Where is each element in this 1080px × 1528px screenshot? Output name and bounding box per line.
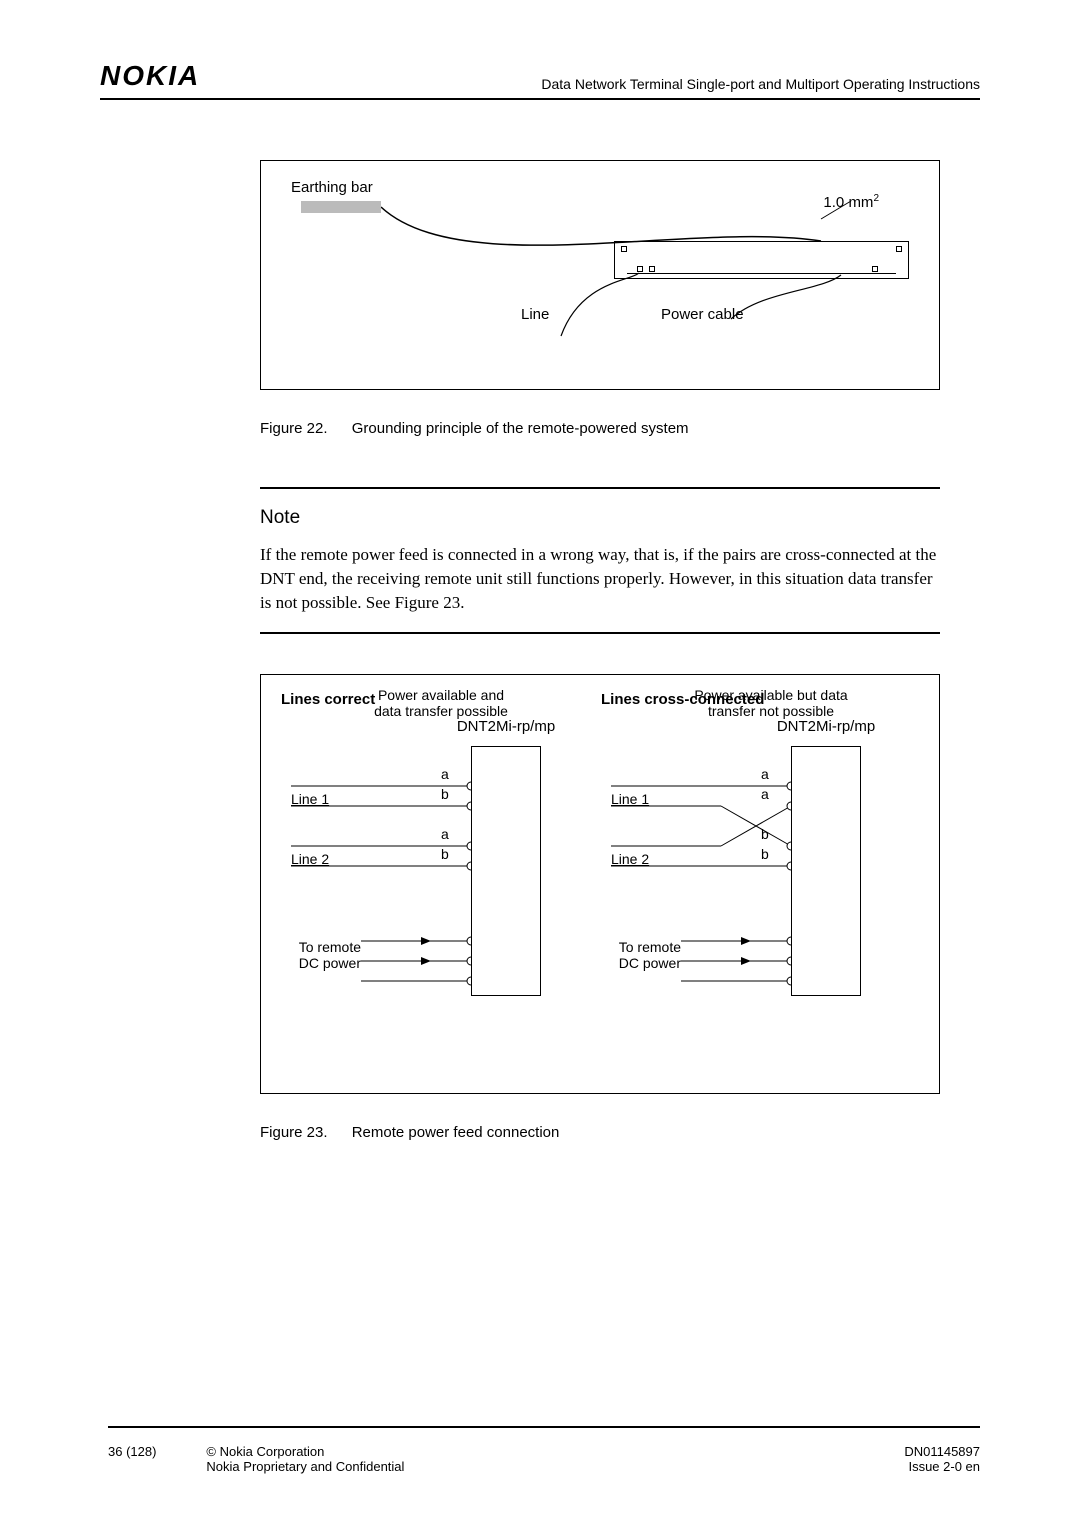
document-title: Data Network Terminal Single-port and Mu… bbox=[541, 76, 980, 92]
figure-22-number: Figure 22. bbox=[260, 420, 328, 437]
figure-23-title: Remote power feed connection bbox=[352, 1124, 560, 1141]
line-block-left bbox=[471, 746, 541, 996]
pin-a: a bbox=[441, 766, 449, 782]
issue: Issue 2-0 en bbox=[904, 1459, 980, 1474]
footer-rule bbox=[108, 1426, 980, 1428]
power-cable-label: Power cable bbox=[661, 306, 744, 323]
pin-b: b bbox=[761, 826, 769, 842]
figure-22-caption: Figure 22. Grounding principle of the re… bbox=[260, 420, 940, 437]
page-number: 36 (128) bbox=[108, 1444, 156, 1474]
figure-23-caption: Figure 23. Remote power feed connection bbox=[260, 1124, 940, 1141]
note-heading: Note bbox=[260, 507, 940, 529]
line-label: Line bbox=[521, 306, 549, 323]
outcome-left: Power available and data transfer possib… bbox=[311, 687, 571, 719]
figure-22-diagram: Earthing bar 1.0 mm2 Line Power cable bbox=[260, 160, 940, 390]
wire-spec-label: 1.0 mm2 bbox=[823, 193, 879, 211]
page-footer: 36 (128) © Nokia Corporation Nokia Propr… bbox=[108, 1444, 980, 1474]
copyright: © Nokia Corporation bbox=[206, 1444, 404, 1459]
figure-23-diagram: Lines correct DNT2Mi-rp/mp bbox=[260, 674, 940, 1094]
line2-label-right: Line 2 bbox=[611, 851, 649, 867]
earthing-bar-label: Earthing bar bbox=[291, 179, 373, 196]
wires-left bbox=[281, 691, 601, 1091]
lines-cross-panel: Lines cross-connected DNT2Mi-rp/mp bbox=[601, 691, 921, 735]
line1-label-left: Line 1 bbox=[291, 791, 329, 807]
figure-22-title: Grounding principle of the remote-powere… bbox=[352, 420, 689, 437]
figure-23-number: Figure 23. bbox=[260, 1124, 328, 1141]
confidential: Nokia Proprietary and Confidential bbox=[206, 1459, 404, 1474]
nokia-logo: NOKIA bbox=[100, 60, 200, 92]
device-box bbox=[614, 241, 909, 279]
to-remote-right: To remote DC power bbox=[561, 939, 681, 971]
doc-number: DN01145897 bbox=[904, 1444, 980, 1459]
to-remote-left: To remote DC power bbox=[241, 939, 361, 971]
page-header: NOKIA Data Network Terminal Single-port … bbox=[100, 60, 980, 100]
pin-b: b bbox=[441, 846, 449, 862]
lines-correct-panel: Lines correct DNT2Mi-rp/mp bbox=[281, 691, 601, 735]
note-body: If the remote power feed is connected in… bbox=[260, 543, 940, 614]
pin-b: b bbox=[761, 846, 769, 862]
pin-a: a bbox=[441, 826, 449, 842]
line2-label-left: Line 2 bbox=[291, 851, 329, 867]
pin-a: a bbox=[761, 766, 769, 782]
line1-label-right: Line 1 bbox=[611, 791, 649, 807]
note-block: Note If the remote power feed is connect… bbox=[260, 487, 940, 634]
earthing-bar-shape bbox=[301, 201, 381, 213]
wires-right bbox=[601, 691, 921, 1091]
pin-a: a bbox=[761, 786, 769, 802]
pin-b: b bbox=[441, 786, 449, 802]
outcome-right: Power available but data transfer not po… bbox=[641, 687, 901, 719]
line-block-right bbox=[791, 746, 861, 996]
